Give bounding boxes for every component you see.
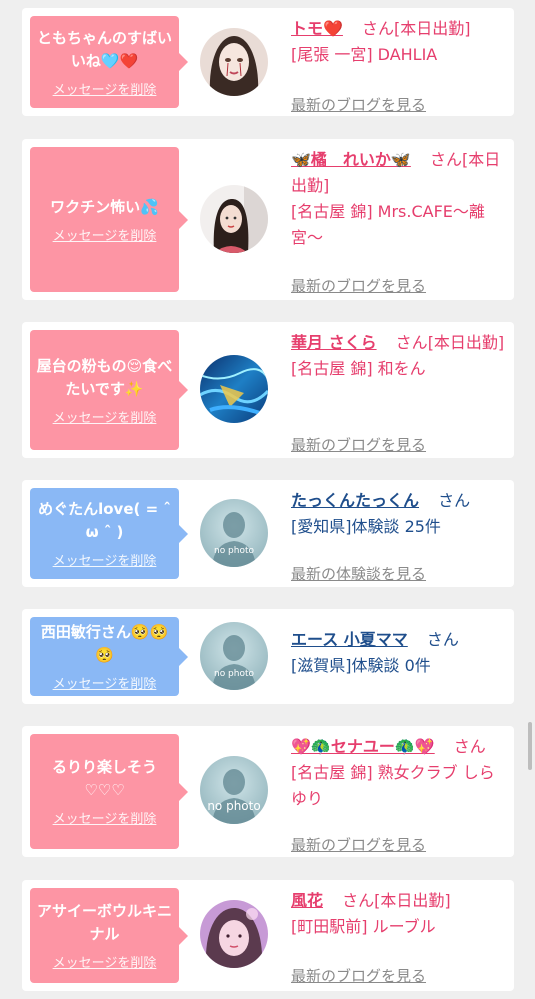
list-item: 屋台の粉もの😌食べたいです✨ メッセージを削除 華月 さくら さん[本日出勤] … — [22, 322, 514, 458]
profile-name-link[interactable]: トモ❤️ — [291, 19, 343, 38]
list-item: ともちゃんのすばいいね🩵❤️ メッセージを削除 トモ❤️ さん[本日出勤] [尾… — [22, 8, 514, 116]
no-photo-silhouette-icon: no photo — [200, 622, 268, 690]
honorific: さん — [342, 891, 375, 910]
message-bubble: るりり楽しそう ♡♡♡ メッセージを削除 — [30, 734, 188, 849]
area-shop-text: [名古屋 錦] 和をん — [291, 359, 426, 378]
latest-review-link[interactable]: 最新の体験談を見る — [291, 561, 426, 587]
list-item: めぐたんlove( = ˆ ω ˆ ) メッセージを削除 no photo たっ… — [22, 480, 514, 587]
profile-name-link[interactable]: 風花 — [291, 891, 323, 910]
message-bubble: 屋台の粉もの😌食べたいです✨ メッセージを削除 — [30, 330, 188, 450]
girl-portrait-icon — [200, 28, 268, 96]
list-item: るりり楽しそう ♡♡♡ メッセージを削除 no photo 💖🦚セナユー🦚💖 さ… — [22, 726, 514, 857]
area-shop-text: [尾張 一宮] DAHLIA — [291, 45, 438, 64]
message-bubble: ワクチン怖い💦 メッセージを削除 — [30, 147, 188, 292]
avatar[interactable]: no photo — [200, 756, 268, 824]
message-text: ワクチン怖い💦 — [50, 197, 159, 216]
no-photo-silhouette-icon: no photo — [200, 499, 268, 567]
list-item: アサイーボウルキニナル メッセージを削除 風花 さん[本日出勤] [町田駅前] … — [22, 880, 514, 991]
profile-name-link[interactable]: 🦋橘 れいか🦋 — [291, 150, 411, 169]
message-text: アサイーボウルキニナル — [36, 902, 172, 943]
message-bubble: めぐたんlove( = ˆ ω ˆ ) メッセージを削除 — [30, 488, 188, 579]
honorific: さん — [395, 333, 428, 352]
list-item: ワクチン怖い💦 メッセージを削除 🦋橘 れいか🦋 さん[本日出勤] [名古屋 錦… — [22, 139, 514, 300]
girl-photo-icon — [200, 900, 268, 968]
honorific: さん — [453, 737, 486, 756]
avatar[interactable] — [200, 355, 268, 423]
status-text: [本日出勤] — [394, 19, 471, 38]
delete-message-link[interactable]: メッセージを削除 — [53, 673, 157, 692]
message-text: るりり楽しそう — [51, 758, 157, 776]
profile-name-link[interactable]: たっくんたっくん — [291, 491, 419, 510]
message-bubble: アサイーボウルキニナル メッセージを削除 — [30, 888, 188, 983]
honorific: さん — [426, 630, 459, 649]
no-photo-label: no photo — [214, 546, 255, 556]
delete-message-link[interactable]: メッセージを削除 — [53, 79, 157, 98]
list-item: 西田敏行さん🥺🥺🥺 メッセージを削除 no photo エース 小夏ママ さん … — [22, 609, 514, 704]
status-text: [本日出勤] — [427, 333, 505, 352]
area-shop-text: [町田駅前] ルーブル — [291, 917, 436, 936]
profile-name-link[interactable]: エース 小夏ママ — [291, 630, 408, 649]
message-text: 屋台の粉もの😌食べたいです✨ — [36, 356, 173, 398]
delete-message-link[interactable]: メッセージを削除 — [53, 808, 157, 827]
avatar[interactable]: no photo — [200, 622, 268, 690]
latest-blog-link[interactable]: 最新のブログを見る — [291, 963, 426, 989]
scrollbar[interactable] — [528, 722, 532, 770]
area-shop-text: [愛知県]体験談 25件 — [291, 517, 441, 536]
avatar[interactable] — [200, 28, 268, 96]
latest-blog-link[interactable]: 最新のブログを見る — [291, 92, 426, 118]
area-shop-text: [名古屋 錦] 熟女クラブ しらゆり — [291, 763, 495, 808]
latest-blog-link[interactable]: 最新のブログを見る — [291, 432, 426, 458]
avatar[interactable] — [200, 900, 268, 968]
honorific: さん — [438, 491, 471, 510]
woman-portrait-icon — [200, 185, 268, 253]
no-photo-label: no photo — [207, 799, 260, 813]
water-photo-icon — [200, 355, 268, 423]
no-photo-label: no photo — [214, 669, 255, 679]
honorific: さん — [362, 19, 395, 38]
delete-message-link[interactable]: メッセージを削除 — [53, 550, 157, 569]
delete-message-link[interactable]: メッセージを削除 — [53, 225, 157, 244]
latest-blog-link[interactable]: 最新のブログを見る — [291, 832, 426, 858]
profile-name-link[interactable]: 💖🦚セナユー🦚💖 — [291, 737, 435, 756]
message-subtext: ♡♡♡ — [84, 781, 125, 799]
message-text: ともちゃんのすばいいね🩵❤️ — [36, 28, 172, 70]
latest-blog-link[interactable]: 最新のブログを見る — [291, 273, 426, 299]
avatar[interactable] — [200, 185, 268, 253]
area-shop-text: [名古屋 錦] Mrs.CAFE〜離宮〜 — [291, 202, 485, 247]
delete-message-link[interactable]: メッセージを削除 — [53, 407, 157, 426]
delete-message-link[interactable]: メッセージを削除 — [53, 952, 157, 971]
no-photo-silhouette-icon: no photo — [200, 756, 268, 824]
area-shop-text: [滋賀県]体験談 0件 — [291, 656, 431, 675]
status-text: [本日出勤] — [374, 891, 451, 910]
profile-name-link[interactable]: 華月 さくら — [291, 333, 377, 352]
message-bubble: 西田敏行さん🥺🥺🥺 メッセージを削除 — [30, 617, 188, 696]
message-bubble: ともちゃんのすばいいね🩵❤️ メッセージを削除 — [30, 16, 188, 108]
message-text: 西田敏行さん🥺🥺🥺 — [40, 623, 169, 664]
avatar[interactable]: no photo — [200, 499, 268, 567]
honorific: さん — [429, 150, 462, 169]
message-text: めぐたんlove( = ˆ ω ˆ ) — [38, 500, 171, 541]
